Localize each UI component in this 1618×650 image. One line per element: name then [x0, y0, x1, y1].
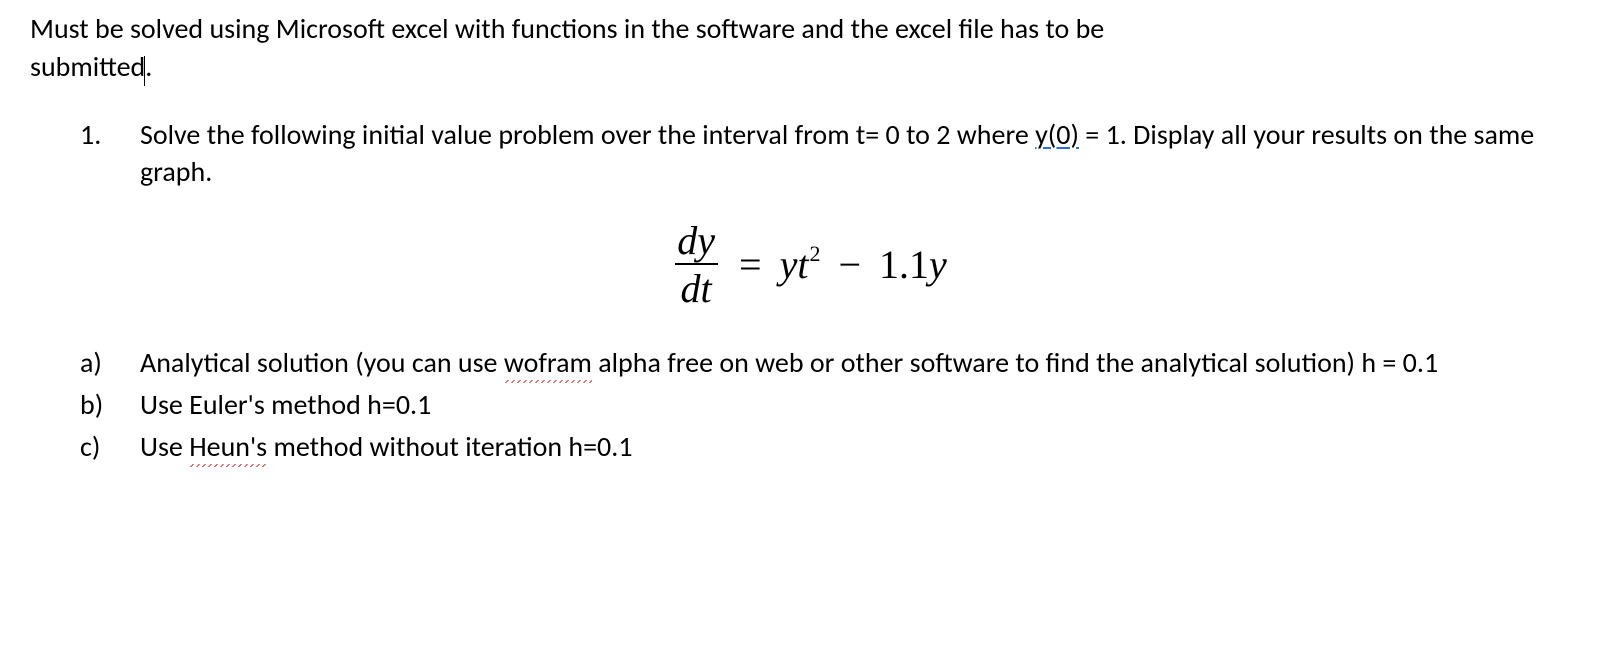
document-page: Must be solved using Microsoft excel wit…	[0, 0, 1618, 500]
part-b-marker: b)	[80, 386, 140, 424]
part-b: b) Use Euler's method h=0.1	[80, 386, 1588, 424]
problem-1-marker: 1.	[80, 116, 140, 154]
part-a-body: Analytical solution (you can use wofram …	[140, 344, 1588, 382]
subparts-list: a) Analytical solution (you can use wofr…	[80, 344, 1588, 465]
part-a: a) Analytical solution (you can use wofr…	[80, 344, 1588, 382]
fraction-numerator: dy	[671, 221, 721, 263]
minus-sign: −	[838, 238, 861, 292]
equals-sign: =	[739, 238, 762, 292]
equation-block: dy dt = yt2 − 1.1y	[30, 221, 1588, 309]
term-1point1y: 1.1y	[879, 238, 947, 292]
part-c-pre: Use	[140, 429, 189, 464]
problem-text-before: Solve the following initial value proble…	[140, 117, 1035, 152]
instruction-paragraph: Must be solved using Microsoft excel wit…	[30, 10, 1588, 86]
term-yt2: yt2	[780, 238, 821, 292]
var-y: y	[929, 242, 947, 287]
part-c-body: Use Heun's method without iteration h=0.…	[140, 428, 1588, 466]
part-b-text: Use Euler's method h=0.1	[140, 387, 431, 422]
instruction-line-1: Must be solved using Microsoft excel wit…	[30, 11, 1104, 46]
problem-1-body: Solve the following initial value proble…	[140, 116, 1588, 192]
coef-1point1: 1.1	[879, 242, 929, 287]
fraction-dy-dt: dy dt	[671, 221, 721, 309]
misspelled-wofram: wofram	[504, 345, 592, 383]
part-c: c) Use Heun's method without iteration h…	[80, 428, 1588, 466]
part-c-post: method without iteration h=0.1	[267, 429, 632, 464]
instruction-line-2: submitted	[30, 49, 145, 84]
fraction-denominator: dt	[675, 263, 718, 309]
part-a-marker: a)	[80, 344, 140, 382]
exponent-2: 2	[809, 241, 820, 266]
yt-text: yt	[780, 242, 809, 287]
instruction-period: .	[145, 49, 152, 84]
part-a-pre: Analytical solution (you can use	[140, 345, 504, 380]
y0-underlined: y(0)	[1035, 117, 1079, 152]
part-b-body: Use Euler's method h=0.1	[140, 386, 1588, 424]
part-a-post: alpha free on web or other software to f…	[592, 345, 1438, 380]
ode-equation: dy dt = yt2 − 1.1y	[671, 221, 947, 309]
flagged-heuns: Heun's	[189, 429, 267, 467]
text-cursor	[144, 56, 145, 85]
problem-1: 1. Solve the following initial value pro…	[80, 116, 1588, 192]
part-c-marker: c)	[80, 428, 140, 466]
